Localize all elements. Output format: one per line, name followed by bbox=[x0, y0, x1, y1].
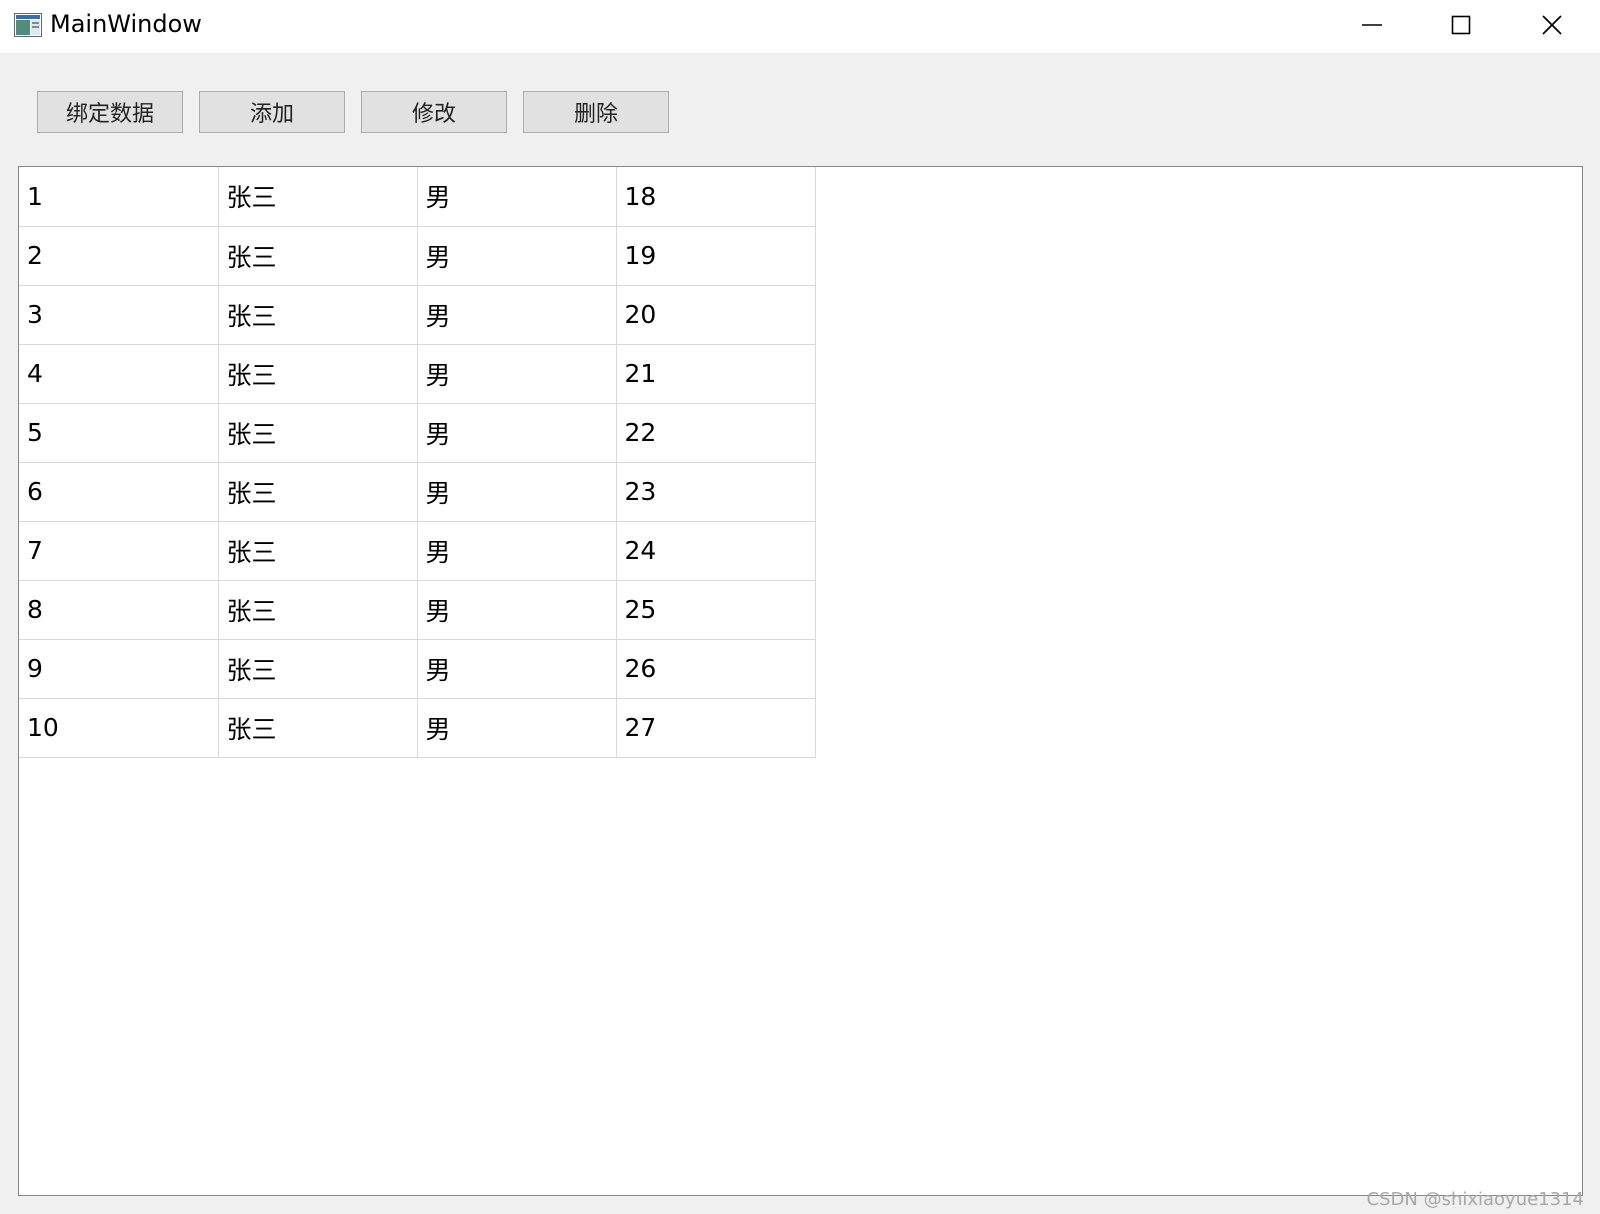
table-row[interactable]: 7 张三 男 24 bbox=[19, 521, 816, 581]
edit-button[interactable]: 修改 bbox=[361, 91, 507, 133]
cell-id[interactable]: 5 bbox=[19, 403, 219, 463]
cell-name[interactable]: 张三 bbox=[218, 698, 418, 758]
cell-id[interactable]: 3 bbox=[19, 285, 219, 345]
cell-name[interactable]: 张三 bbox=[218, 462, 418, 522]
cell-name[interactable]: 张三 bbox=[218, 403, 418, 463]
cell-id[interactable]: 1 bbox=[19, 167, 219, 227]
bind-data-button[interactable]: 绑定数据 bbox=[37, 91, 183, 133]
cell-id[interactable]: 4 bbox=[19, 344, 219, 404]
maximize-button[interactable] bbox=[1416, 0, 1506, 50]
main-window: MainWindow 绑定数据 添加 修改 删除 1 张三 男 18 2 张三 … bbox=[0, 0, 1600, 1214]
cell-id[interactable]: 7 bbox=[19, 521, 219, 581]
cell-age[interactable]: 27 bbox=[616, 698, 816, 758]
cell-id[interactable]: 10 bbox=[19, 698, 219, 758]
title-bar[interactable]: MainWindow bbox=[0, 0, 1600, 53]
table-row[interactable]: 9 张三 男 26 bbox=[19, 639, 816, 699]
cell-name[interactable]: 张三 bbox=[218, 285, 418, 345]
cell-gender[interactable]: 男 bbox=[417, 285, 617, 345]
close-icon bbox=[1542, 15, 1562, 35]
table-row[interactable]: 2 张三 男 19 bbox=[19, 226, 816, 286]
data-table: 1 张三 男 18 2 张三 男 19 3 张三 男 20 4 张三 男 21 … bbox=[19, 167, 816, 758]
table-row[interactable]: 10 张三 男 27 bbox=[19, 698, 816, 758]
cell-gender[interactable]: 男 bbox=[417, 344, 617, 404]
table-row[interactable]: 6 张三 男 23 bbox=[19, 462, 816, 522]
cell-age[interactable]: 18 bbox=[616, 167, 816, 227]
cell-gender[interactable]: 男 bbox=[417, 698, 617, 758]
cell-age[interactable]: 21 bbox=[616, 344, 816, 404]
cell-id[interactable]: 9 bbox=[19, 639, 219, 699]
table-row[interactable]: 3 张三 男 20 bbox=[19, 285, 816, 345]
cell-gender[interactable]: 男 bbox=[417, 521, 617, 581]
cell-gender[interactable]: 男 bbox=[417, 403, 617, 463]
cell-age[interactable]: 25 bbox=[616, 580, 816, 640]
cell-gender[interactable]: 男 bbox=[417, 167, 617, 227]
cell-age[interactable]: 19 bbox=[616, 226, 816, 286]
close-button[interactable] bbox=[1506, 0, 1596, 50]
cell-age[interactable]: 24 bbox=[616, 521, 816, 581]
cell-name[interactable]: 张三 bbox=[218, 167, 418, 227]
table-row[interactable]: 1 张三 男 18 bbox=[19, 167, 816, 227]
cell-name[interactable]: 张三 bbox=[218, 580, 418, 640]
data-grid[interactable]: 1 张三 男 18 2 张三 男 19 3 张三 男 20 4 张三 男 21 … bbox=[18, 166, 1583, 1196]
cell-id[interactable]: 8 bbox=[19, 580, 219, 640]
cell-age[interactable]: 22 bbox=[616, 403, 816, 463]
window-title: MainWindow bbox=[50, 10, 202, 38]
table-row[interactable]: 4 张三 男 21 bbox=[19, 344, 816, 404]
cell-name[interactable]: 张三 bbox=[218, 639, 418, 699]
cell-id[interactable]: 6 bbox=[19, 462, 219, 522]
table-row[interactable]: 5 张三 男 22 bbox=[19, 403, 816, 463]
cell-age[interactable]: 26 bbox=[616, 639, 816, 699]
delete-button[interactable]: 删除 bbox=[523, 91, 669, 133]
watermark: CSDN @shixiaoyue1314 bbox=[1366, 1189, 1584, 1210]
add-button[interactable]: 添加 bbox=[199, 91, 345, 133]
maximize-icon bbox=[1451, 15, 1471, 35]
minimize-button[interactable] bbox=[1324, 0, 1414, 50]
minimize-icon bbox=[1362, 24, 1382, 26]
cell-gender[interactable]: 男 bbox=[417, 639, 617, 699]
cell-age[interactable]: 23 bbox=[616, 462, 816, 522]
cell-gender[interactable]: 男 bbox=[417, 226, 617, 286]
cell-gender[interactable]: 男 bbox=[417, 462, 617, 522]
cell-gender[interactable]: 男 bbox=[417, 580, 617, 640]
cell-name[interactable]: 张三 bbox=[218, 226, 418, 286]
table-row[interactable]: 8 张三 男 25 bbox=[19, 580, 816, 640]
cell-name[interactable]: 张三 bbox=[218, 521, 418, 581]
cell-name[interactable]: 张三 bbox=[218, 344, 418, 404]
app-window-icon bbox=[14, 13, 42, 37]
cell-id[interactable]: 2 bbox=[19, 226, 219, 286]
cell-age[interactable]: 20 bbox=[616, 285, 816, 345]
